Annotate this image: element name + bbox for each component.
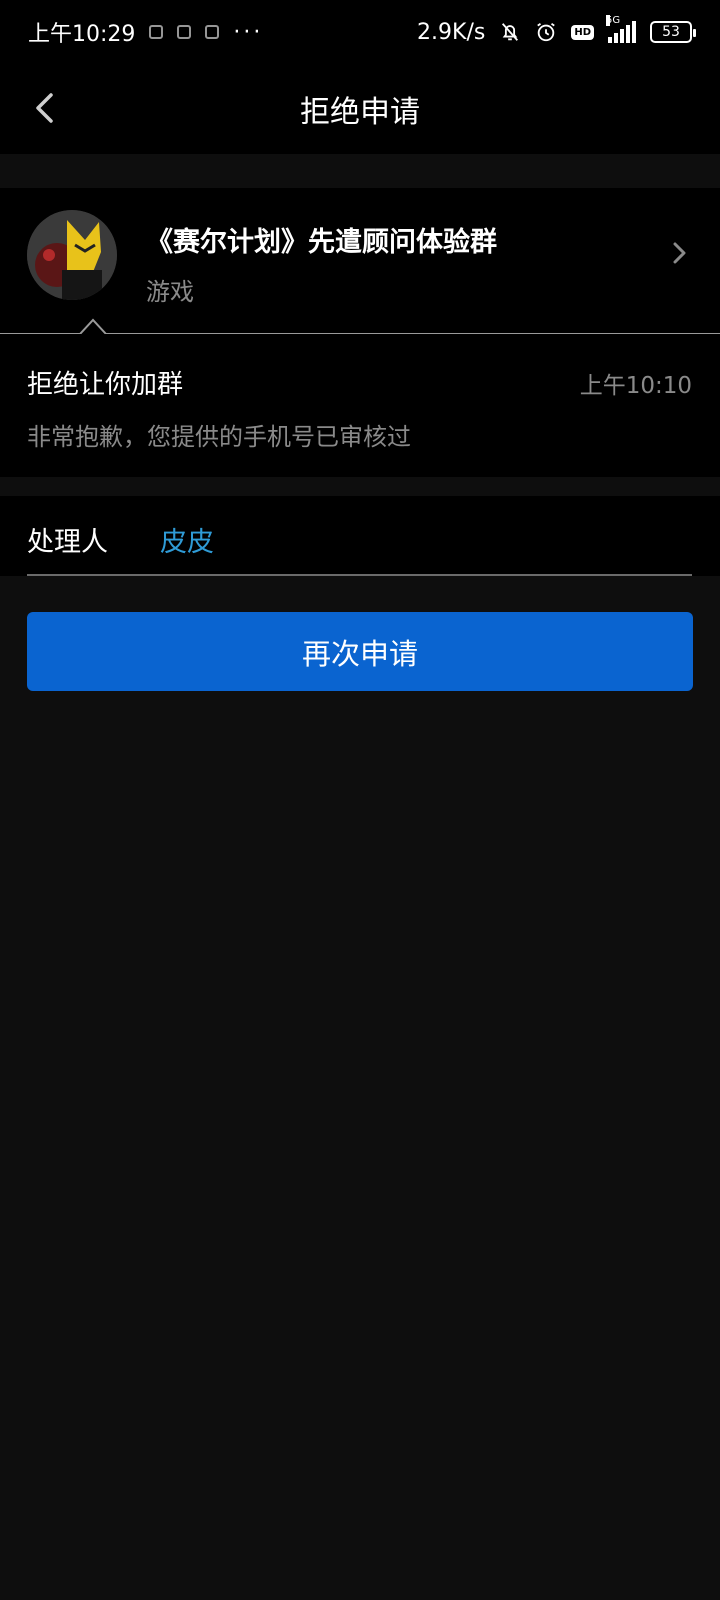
- signal-icon: 5G: [606, 15, 636, 43]
- hd-badge: HD: [571, 24, 594, 40]
- chevron-left-icon: [36, 93, 53, 123]
- notification-app-icon: [149, 25, 164, 39]
- net-speed: 2.9K/s: [417, 19, 486, 45]
- section-gap: [0, 154, 720, 188]
- divider: [27, 574, 692, 576]
- title-bar: 拒绝申请: [0, 64, 720, 154]
- section-gap: [0, 477, 720, 496]
- handler-name-link[interactable]: 皮皮: [160, 520, 214, 559]
- status-time: 上午10:29: [28, 22, 136, 47]
- back-button[interactable]: [26, 90, 62, 126]
- group-avatar-image: [27, 210, 117, 300]
- group-name: 《赛尔计划》先遣顾问体验群: [146, 227, 497, 258]
- alarm-icon: [537, 22, 556, 42]
- group-card[interactable]: 《赛尔计划》先遣顾问体验群 游戏: [0, 188, 720, 334]
- rejection-title: 拒绝让你加群: [27, 370, 184, 400]
- bell-muted-icon: [502, 23, 519, 41]
- status-left: 上午10:29 ···: [28, 16, 263, 48]
- rejection-time: 上午10:10: [579, 373, 692, 399]
- page-title: 拒绝申请: [300, 95, 420, 130]
- group-category: 游戏: [146, 278, 194, 306]
- notification-game-icon: [205, 25, 220, 39]
- rejection-panel: 拒绝让你加群 上午10:10 非常抱歉，您提供的手机号已审核过: [0, 334, 720, 477]
- chevron-right-icon: [673, 242, 686, 264]
- more-notifications-icon: ···: [233, 19, 264, 45]
- handler-label: 处理人: [27, 527, 108, 558]
- handler-row: 处理人 皮皮: [0, 496, 720, 576]
- status-right: 2.9K/s HD 5G 53: [417, 15, 696, 45]
- notification-cat-icon: [177, 25, 192, 39]
- battery-icon: 53: [650, 21, 696, 43]
- group-avatar: [27, 210, 117, 300]
- reapply-button[interactable]: 再次申请: [27, 612, 693, 691]
- battery-level: 53: [662, 24, 680, 40]
- network-type: 5G: [606, 15, 621, 26]
- rejection-reason: 非常抱歉，您提供的手机号已审核过: [27, 423, 411, 451]
- status-bar: 上午10:29 ··· 2.9K/s HD 5G 53: [0, 0, 720, 64]
